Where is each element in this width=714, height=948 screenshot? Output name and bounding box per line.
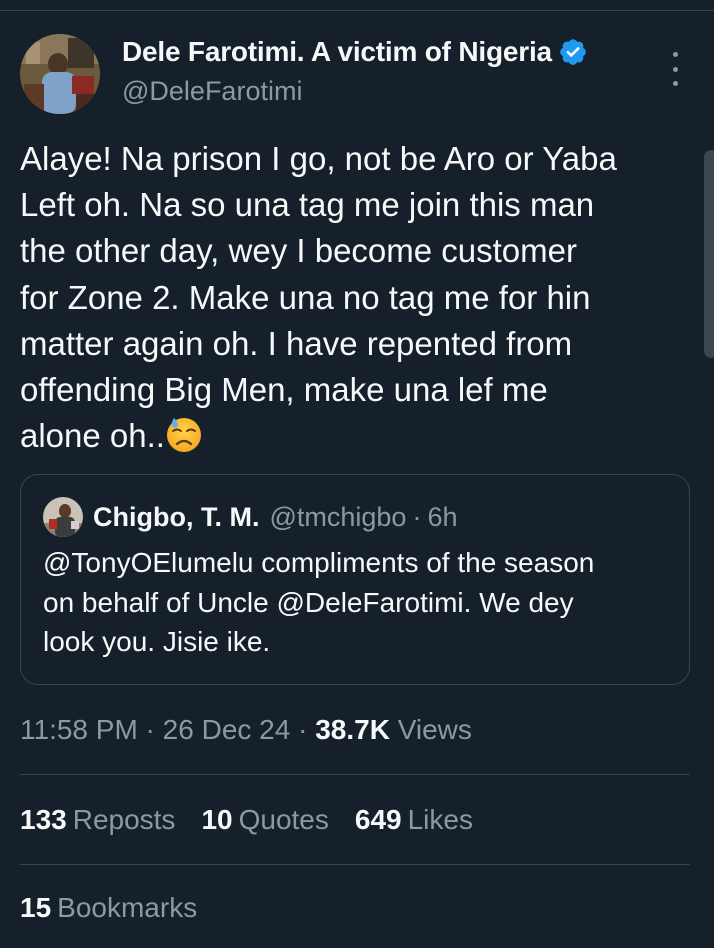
- verified-badge-icon: [558, 37, 588, 67]
- views-label: Views: [389, 714, 472, 745]
- tweet-time[interactable]: 11:58 PM: [20, 714, 138, 745]
- quoted-timestamp[interactable]: 6h: [427, 502, 457, 533]
- reposts-stat[interactable]: 133 Reposts: [20, 804, 175, 836]
- quotes-stat[interactable]: 10 Quotes: [201, 804, 328, 836]
- quoted-avatar-photo: [43, 497, 83, 537]
- likes-stat[interactable]: 649 Likes: [355, 804, 473, 836]
- downcast-face-with-sweat-icon: [165, 415, 203, 453]
- top-divider: [0, 10, 714, 11]
- likes-count: 649: [354, 804, 402, 835]
- divider: [20, 774, 690, 775]
- divider: [20, 864, 690, 865]
- tweet-text: Alaye! Na prison I go, not be Aro or Yab…: [20, 136, 700, 459]
- bookmarks-stat[interactable]: 15 Bookmarks: [20, 892, 197, 924]
- reposts-count: 133: [20, 804, 67, 835]
- views-count[interactable]: 38.7K: [315, 714, 390, 745]
- quoted-tweet-header: Chigbo, T. M. @tmchigbo · 6h: [43, 497, 458, 537]
- quoted-text-line: on behalf of Uncle @DeleFarotimi. We dey: [43, 586, 574, 618]
- tweet-date[interactable]: 26 Dec 24: [163, 714, 291, 745]
- avatar-photo: [20, 34, 100, 114]
- quoted-author-avatar[interactable]: [43, 497, 83, 537]
- more-dot: [672, 66, 678, 72]
- more-options-button[interactable]: [660, 52, 690, 86]
- tweet-text-line: alone oh..: [20, 417, 165, 455]
- bookmarks-count: 15: [20, 892, 52, 923]
- quoted-text-line: @TonyOElumelu compliments of the season: [43, 547, 595, 578]
- more-vertical-icon: [672, 52, 678, 57]
- quoted-author-name[interactable]: Chigbo, T. M.: [93, 502, 259, 533]
- quoted-separator: ·: [412, 501, 422, 532]
- quotes-label: Quotes: [238, 804, 329, 835]
- tweet-text-line: matter again oh. I have repented from: [20, 324, 573, 362]
- tweet-text-line: the other day, wey I become customer: [20, 232, 577, 270]
- tweet-meta: 11:58 PM · 26 Dec 24 · 38.7K Views: [20, 714, 472, 746]
- author-name-row[interactable]: Dele Farotimi. A victim of Nigeria: [122, 36, 588, 68]
- tweet-text-line: Left oh. Na so una tag me join this man: [20, 186, 595, 224]
- tweet-text-line: for Zone 2. Make una no tag me for hin: [20, 278, 591, 316]
- more-dot: [672, 81, 678, 86]
- tweet-text-line: Alaye! Na prison I go, not be Aro or Yab…: [20, 140, 617, 177]
- tweet-text-last-line: alone oh..: [20, 413, 700, 459]
- meta-separator: ·: [137, 714, 163, 745]
- scrollbar-thumb[interactable]: [704, 150, 714, 358]
- quoted-tweet-card[interactable]: Chigbo, T. M. @tmchigbo · 6h @TonyOElume…: [20, 474, 690, 685]
- quoted-tweet-text: @TonyOElumelu compliments of the season …: [43, 543, 673, 662]
- author-handle[interactable]: @DeleFarotimi: [122, 76, 302, 107]
- quotes-count: 10: [201, 804, 233, 835]
- author-name[interactable]: Dele Farotimi. A victim of Nigeria: [122, 36, 552, 68]
- meta-separator: ·: [290, 714, 316, 745]
- bookmarks-label: Bookmarks: [57, 892, 198, 923]
- quoted-author-handle[interactable]: @tmchigbo: [269, 502, 406, 533]
- reposts-label: Reposts: [72, 804, 176, 835]
- quoted-text-line: look you. Jisie ike.: [43, 626, 271, 657]
- engagement-stats: 133 Reposts 10 Quotes 649 Likes: [20, 804, 499, 836]
- likes-label: Likes: [407, 804, 473, 835]
- tweet-text-line: offending Big Men, make una lef me: [20, 371, 548, 409]
- author-avatar[interactable]: [20, 34, 100, 114]
